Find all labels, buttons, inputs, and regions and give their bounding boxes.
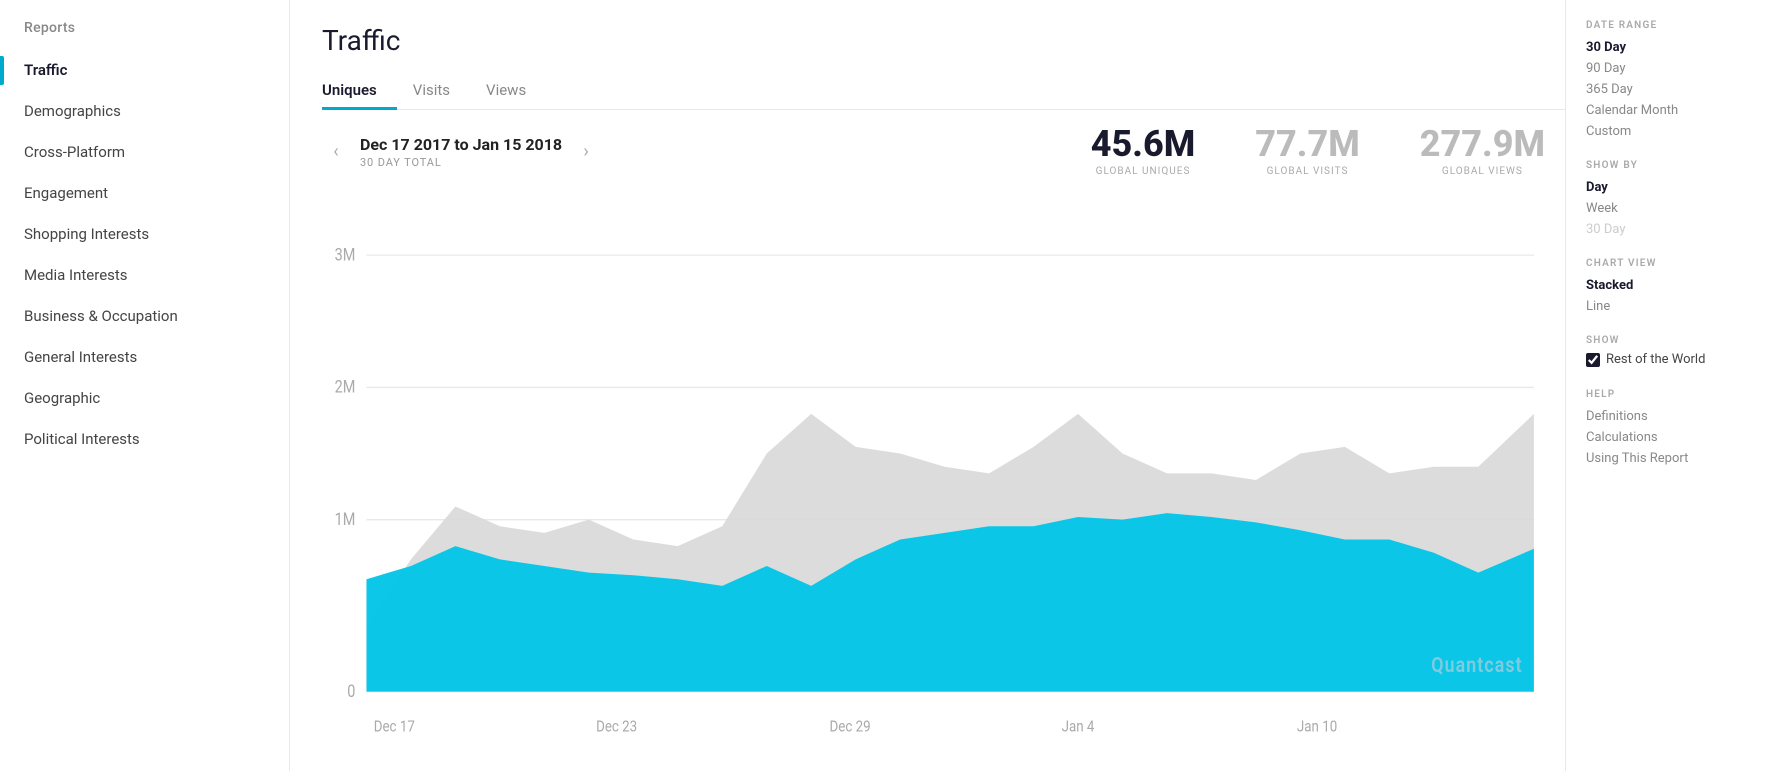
- sidebar: Reports Traffic Demographics Cross-Platf…: [0, 0, 290, 771]
- main-content: Traffic Uniques Visits Views ‹ Dec 17 20…: [290, 0, 1565, 771]
- stat-uniques-value: 45.6M: [1091, 126, 1195, 162]
- rest-of-world-checkbox[interactable]: [1586, 353, 1600, 367]
- stat-views-label: GLOBAL VIEWS: [1420, 166, 1545, 177]
- show-by-section: SHOW BY Day Week 30 Day: [1586, 160, 1745, 240]
- date-range-section: DATE RANGE 30 Day 90 Day 365 Day Calenda…: [1586, 20, 1745, 142]
- date-range-title: Dec 17 2017 to Jan 15 2018: [360, 135, 562, 154]
- sidebar-item-general-interests[interactable]: General Interests: [0, 337, 289, 378]
- date-range-info: Dec 17 2017 to Jan 15 2018 30 DAY TOTAL: [360, 135, 562, 169]
- svg-text:2M: 2M: [335, 376, 356, 397]
- show-by-label: SHOW BY: [1586, 160, 1745, 171]
- chart-area: 3M 2M 1M 0 Dec 17 Dec 23 Dec 29 Jan 4 Ja…: [322, 189, 1565, 771]
- show-by-30day: 30 Day: [1586, 219, 1745, 240]
- svg-text:Jan 4: Jan 4: [1062, 716, 1095, 735]
- help-definitions[interactable]: Definitions: [1586, 406, 1745, 427]
- help-section: HELP Definitions Calculations Using This…: [1586, 389, 1745, 469]
- sidebar-item-geographic[interactable]: Geographic: [0, 378, 289, 419]
- date-range-sub: 30 DAY TOTAL: [360, 156, 562, 169]
- chart-container: ‹ Dec 17 2017 to Jan 15 2018 30 DAY TOTA…: [322, 110, 1565, 771]
- date-range-365day[interactable]: 365 Day: [1586, 79, 1745, 100]
- show-by-day[interactable]: Day: [1586, 177, 1745, 198]
- reports-label: Reports: [0, 20, 289, 50]
- svg-text:Quantcast: Quantcast: [1431, 652, 1523, 677]
- tab-views[interactable]: Views: [478, 73, 546, 109]
- show-by-week[interactable]: Week: [1586, 198, 1745, 219]
- sidebar-item-traffic[interactable]: Traffic: [0, 50, 289, 91]
- page-title: Traffic: [322, 24, 1565, 57]
- show-label: SHOW: [1586, 335, 1745, 346]
- svg-text:0: 0: [347, 681, 355, 702]
- stat-global-views: 277.9M GLOBAL VIEWS: [1420, 126, 1545, 177]
- tab-visits[interactable]: Visits: [405, 73, 470, 109]
- stat-visits-value: 77.7M: [1255, 126, 1359, 162]
- stat-global-visits: 77.7M GLOBAL VISITS: [1255, 126, 1359, 177]
- right-panel: DATE RANGE 30 Day 90 Day 365 Day Calenda…: [1565, 0, 1765, 771]
- date-nav: ‹ Dec 17 2017 to Jan 15 2018 30 DAY TOTA…: [322, 135, 600, 169]
- stats-group: 45.6M GLOBAL UNIQUES 77.7M GLOBAL VISITS…: [1091, 126, 1545, 177]
- svg-text:1M: 1M: [335, 509, 356, 530]
- help-using-this-report[interactable]: Using This Report: [1586, 448, 1745, 469]
- date-range-90day[interactable]: 90 Day: [1586, 58, 1745, 79]
- chart-view-line[interactable]: Line: [1586, 296, 1745, 317]
- chart-view-section: CHART VIEW Stacked Line: [1586, 258, 1745, 317]
- svg-text:3M: 3M: [335, 244, 356, 265]
- sidebar-item-political-interests[interactable]: Political Interests: [0, 419, 289, 460]
- svg-text:Dec 17: Dec 17: [374, 716, 415, 735]
- sidebar-item-cross-platform[interactable]: Cross-Platform: [0, 132, 289, 173]
- stat-global-uniques: 45.6M GLOBAL UNIQUES: [1091, 126, 1195, 177]
- chart-view-stacked[interactable]: Stacked: [1586, 275, 1745, 296]
- show-row: Rest of the World: [1586, 352, 1745, 367]
- date-range-calendar-month[interactable]: Calendar Month: [1586, 100, 1745, 121]
- stat-uniques-label: GLOBAL UNIQUES: [1091, 166, 1195, 177]
- help-label: HELP: [1586, 389, 1745, 400]
- svg-text:Jan 10: Jan 10: [1297, 716, 1337, 735]
- svg-text:Dec 23: Dec 23: [596, 716, 637, 735]
- stat-visits-label: GLOBAL VISITS: [1255, 166, 1359, 177]
- tab-uniques[interactable]: Uniques: [322, 73, 397, 109]
- sidebar-item-media-interests[interactable]: Media Interests: [0, 255, 289, 296]
- help-calculations[interactable]: Calculations: [1586, 427, 1745, 448]
- date-range-section-label: DATE RANGE: [1586, 20, 1745, 31]
- next-arrow[interactable]: ›: [572, 138, 600, 166]
- chart-view-label: CHART VIEW: [1586, 258, 1745, 269]
- sidebar-item-shopping-interests[interactable]: Shopping Interests: [0, 214, 289, 255]
- prev-arrow[interactable]: ‹: [322, 138, 350, 166]
- sidebar-item-engagement[interactable]: Engagement: [0, 173, 289, 214]
- sidebar-item-business-occupation[interactable]: Business & Occupation: [0, 296, 289, 337]
- stat-views-value: 277.9M: [1420, 126, 1545, 162]
- sidebar-item-demographics[interactable]: Demographics: [0, 91, 289, 132]
- chart-header: ‹ Dec 17 2017 to Jan 15 2018 30 DAY TOTA…: [322, 126, 1565, 177]
- show-section: SHOW Rest of the World: [1586, 335, 1745, 367]
- rest-of-world-label: Rest of the World: [1606, 352, 1705, 367]
- date-range-30day[interactable]: 30 Day: [1586, 37, 1745, 58]
- date-range-custom[interactable]: Custom: [1586, 121, 1745, 142]
- svg-text:Dec 29: Dec 29: [830, 716, 871, 735]
- tab-bar: Uniques Visits Views: [322, 73, 1565, 110]
